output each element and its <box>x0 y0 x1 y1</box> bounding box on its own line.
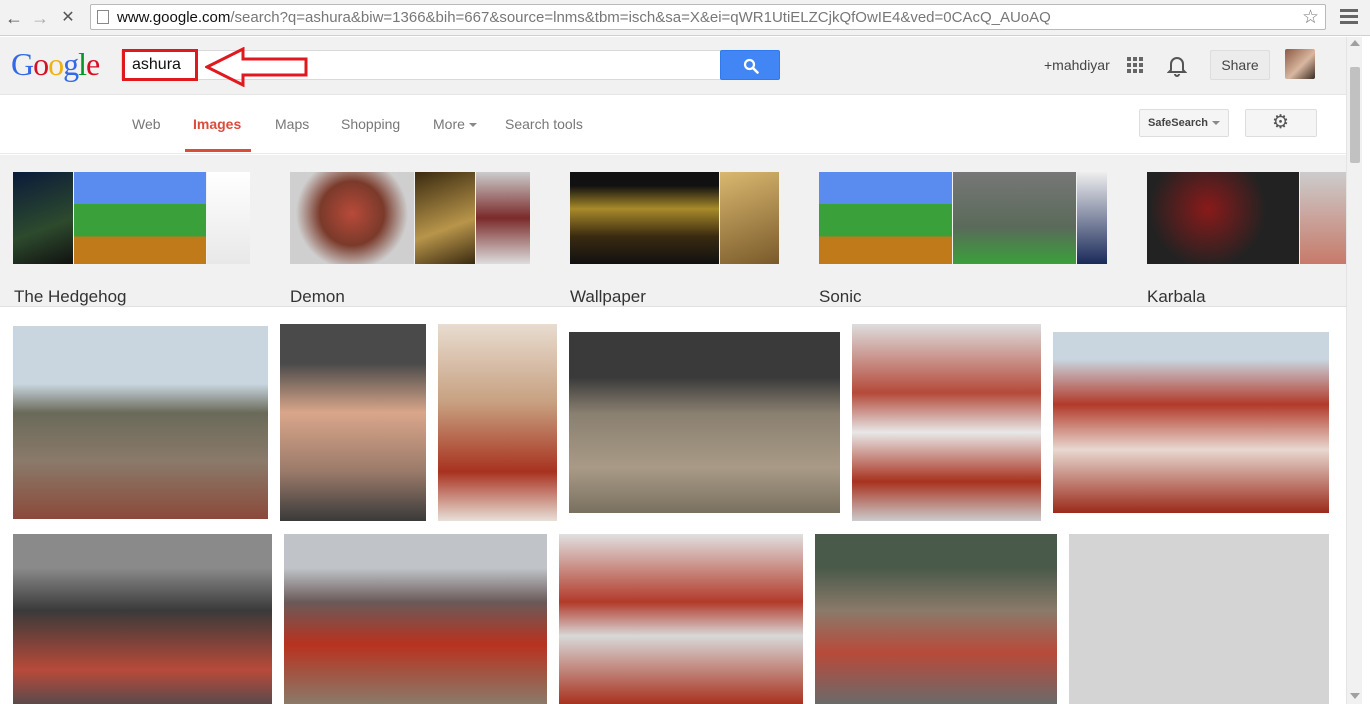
annotation-arrow-icon <box>205 47 308 87</box>
logo-letter: o <box>33 46 49 82</box>
image-result[interactable] <box>280 324 426 521</box>
google-logo[interactable]: Google <box>11 46 100 83</box>
address-bar[interactable]: www.google.com/search?q=ashura&biw=1366&… <box>90 4 1326 30</box>
image-result[interactable] <box>815 534 1057 704</box>
related-label: Demon <box>290 287 345 306</box>
forward-arrow-icon[interactable]: → <box>30 8 50 28</box>
hamburger-menu-icon[interactable] <box>1336 6 1362 28</box>
share-button[interactable]: Share <box>1210 50 1270 80</box>
gear-icon: ⚙ <box>1272 112 1290 133</box>
image-result[interactable] <box>284 534 547 704</box>
safesearch-label: SafeSearch <box>1148 117 1208 129</box>
image-result[interactable] <box>852 324 1041 521</box>
tab-web[interactable]: Web <box>132 116 161 132</box>
related-label: Sonic <box>819 287 862 306</box>
image-result[interactable] <box>569 332 840 513</box>
tab-shopping[interactable]: Shopping <box>341 116 400 132</box>
related-searches: The Hedgehog Demon Wallpaper Sonic Karba… <box>0 155 1346 307</box>
active-tab-indicator <box>185 149 251 152</box>
highlight-box <box>122 49 198 81</box>
related-item-wallpaper[interactable]: Wallpaper <box>570 172 779 306</box>
google-header: Google ashura +mahdiyar Share <box>0 37 1346 95</box>
related-item-the-hedgehog[interactable]: The Hedgehog <box>13 172 250 306</box>
bookmark-star-icon[interactable]: ☆ <box>1302 6 1319 29</box>
logo-letter: g <box>63 46 79 82</box>
related-item-sonic[interactable]: Sonic <box>819 172 1107 306</box>
image-result[interactable] <box>13 534 272 704</box>
tab-more-label: More <box>433 116 465 132</box>
related-item-demon[interactable]: Demon <box>290 172 530 306</box>
related-label: Karbala <box>1147 287 1206 306</box>
scrollbar-thumb[interactable] <box>1350 67 1360 163</box>
url-host: www.google.com <box>117 9 231 26</box>
scroll-up-icon[interactable] <box>1350 40 1360 46</box>
tab-search-tools[interactable]: Search tools <box>505 116 583 132</box>
search-button[interactable] <box>720 50 780 80</box>
browser-toolbar: ← → ✕ www.google.com/search?q=ashura&biw… <box>0 0 1370 36</box>
scroll-down-icon[interactable] <box>1350 693 1360 699</box>
image-result[interactable] <box>1053 332 1329 513</box>
tab-images[interactable]: Images <box>193 116 241 132</box>
image-result-loading[interactable] <box>1069 534 1329 704</box>
search-icon <box>743 58 759 74</box>
settings-button[interactable]: ⚙ <box>1245 109 1317 137</box>
url-text[interactable]: www.google.com/search?q=ashura&biw=1366&… <box>117 9 1051 26</box>
bell-icon[interactable] <box>1167 55 1187 77</box>
url-path: /search?q=ashura&biw=1366&bih=667&source… <box>230 9 1051 26</box>
logo-letter: G <box>11 46 34 82</box>
logo-letter: e <box>86 46 100 82</box>
related-label: Wallpaper <box>570 287 646 306</box>
related-item-karbala[interactable]: Karbala <box>1147 172 1346 306</box>
image-result[interactable] <box>438 324 557 521</box>
stop-icon[interactable]: ✕ <box>58 8 78 28</box>
chevron-down-icon <box>468 123 477 128</box>
logo-letter: o <box>48 46 64 82</box>
search-tabs: Web Images Maps Shopping More Search too… <box>0 96 1346 154</box>
related-label: The Hedgehog <box>14 287 127 306</box>
avatar[interactable] <box>1285 49 1315 79</box>
tab-maps[interactable]: Maps <box>275 116 309 132</box>
safesearch-button[interactable]: SafeSearch <box>1139 109 1229 137</box>
back-arrow-icon[interactable]: ← <box>4 8 24 28</box>
user-name[interactable]: +mahdiyar <box>1044 57 1110 73</box>
chevron-down-icon <box>1211 121 1220 126</box>
apps-grid-icon[interactable] <box>1127 57 1143 73</box>
logo-letter: l <box>78 46 87 82</box>
image-result[interactable] <box>559 534 803 704</box>
page-icon <box>97 10 109 24</box>
scrollbar[interactable] <box>1346 37 1362 704</box>
image-result[interactable] <box>13 326 268 519</box>
tab-more[interactable]: More <box>433 116 477 132</box>
